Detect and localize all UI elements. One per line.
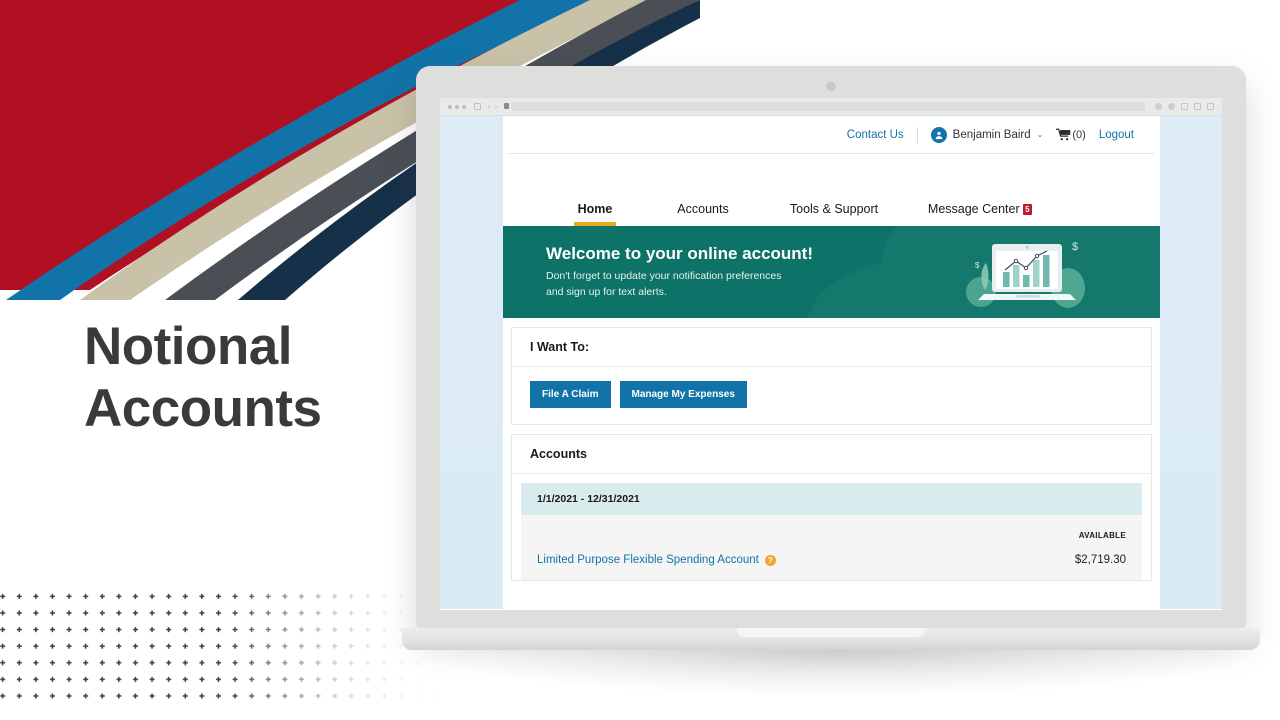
account-name-label: Limited Purpose Flexible Spending Accoun…	[537, 554, 759, 566]
left-side-panel	[440, 116, 503, 609]
nav-label: Accounts	[677, 202, 729, 216]
accounts-card: Accounts 1/1/2021 - 12/31/2021 AVAILABLE…	[511, 434, 1152, 581]
nav-label: Message Center	[927, 202, 1020, 216]
address-bar[interactable]	[504, 102, 1145, 111]
account-available-amount: $2,719.30	[1074, 554, 1126, 566]
main-navigation: Home Accounts Tools & Support Message Ce…	[503, 154, 1160, 226]
nav-item-message-center[interactable]: Message Center 5	[905, 202, 1055, 226]
nav-label: Tools & Support	[789, 202, 879, 216]
cross-pattern-decoration	[0, 588, 464, 708]
help-icon[interactable]: ?	[764, 554, 776, 566]
webcam-icon	[826, 82, 836, 91]
share-icon[interactable]	[1155, 103, 1162, 110]
available-column-header: AVAILABLE	[1078, 531, 1126, 540]
bookmark-icon[interactable]	[1168, 103, 1175, 110]
i-want-to-card: I Want To: File A Claim Manage My Expens…	[511, 327, 1152, 425]
laptop-screen: ‹› Contact Us Benjamin Baird ⌄ (0) Logou…	[440, 98, 1222, 610]
sidebar-toggle-icon[interactable]	[474, 103, 481, 110]
file-a-claim-button[interactable]: File A Claim	[530, 381, 611, 408]
account-name-link[interactable]: Limited Purpose Flexible Spending Accoun…	[537, 554, 776, 566]
browser-toolbar-icons[interactable]	[1155, 103, 1214, 110]
contact-us-link[interactable]: Contact Us	[847, 129, 904, 141]
nav-item-tools-support[interactable]: Tools & Support	[763, 202, 905, 226]
nav-label: Home	[577, 202, 613, 216]
plan-period-label: 1/1/2021 - 12/31/2021	[521, 483, 1142, 515]
cart-icon	[1056, 128, 1071, 141]
chevron-down-icon[interactable]: ⌄	[1037, 130, 1044, 139]
laptop-shadow	[424, 650, 1254, 696]
user-menu[interactable]: Benjamin Baird ⌄	[930, 126, 1044, 143]
minimize-icon[interactable]	[455, 104, 459, 109]
utility-bar: Contact Us Benjamin Baird ⌄ (0) Logout	[509, 116, 1154, 154]
browser-chrome: ‹›	[440, 98, 1222, 116]
laptop-mockup: ‹› Contact Us Benjamin Baird ⌄ (0) Logou…	[402, 66, 1260, 696]
nav-item-home[interactable]: Home	[547, 202, 643, 226]
cart-button[interactable]: (0)	[1056, 128, 1086, 141]
i-want-to-heading: I Want To:	[512, 328, 1151, 367]
svg-text:$: $	[975, 261, 980, 270]
table-row[interactable]: Limited Purpose Flexible Spending Accoun…	[537, 550, 1126, 580]
banner-text: Welcome to your online account! Don't fo…	[503, 244, 813, 299]
web-page-content: Contact Us Benjamin Baird ⌄ (0) Logout H…	[503, 116, 1160, 609]
i-want-to-actions: File A Claim Manage My Expenses	[512, 367, 1151, 424]
cart-count-label: (0)	[1072, 128, 1086, 141]
user-name-label: Benjamin Baird	[952, 128, 1031, 141]
laptop-notch	[737, 628, 925, 637]
browser-viewport: Contact Us Benjamin Baird ⌄ (0) Logout H…	[440, 116, 1222, 609]
headline-line-1: Notional	[84, 317, 292, 376]
manage-my-expenses-button[interactable]: Manage My Expenses	[619, 381, 747, 408]
svg-text:$: $	[1072, 241, 1078, 253]
tabs-overview-icon[interactable]	[1207, 103, 1214, 110]
message-count-badge: 5	[1022, 204, 1033, 216]
accounts-table: 1/1/2021 - 12/31/2021 AVAILABLE Limited …	[512, 474, 1151, 580]
avatar	[930, 126, 947, 143]
window-controls[interactable]	[448, 104, 466, 109]
laptop-lid: ‹› Contact Us Benjamin Baird ⌄ (0) Logou…	[416, 66, 1246, 629]
banner-illustration: $ $	[962, 232, 1094, 317]
slide-headline: Notional Accounts	[84, 316, 322, 440]
upload-icon[interactable]	[1181, 103, 1188, 110]
welcome-banner: Welcome to your online account! Don't fo…	[503, 226, 1160, 318]
logout-link[interactable]: Logout	[1099, 129, 1134, 141]
close-icon[interactable]	[448, 104, 452, 109]
banner-title: Welcome to your online account!	[546, 244, 813, 264]
banner-subtitle-line-2: and sign up for text alerts.	[546, 285, 667, 298]
accounts-table-body: AVAILABLE Limited Purpose Flexible Spend…	[521, 515, 1142, 580]
headline-line-2: Accounts	[84, 379, 322, 438]
nav-back-forward-icons[interactable]: ‹›	[488, 102, 501, 111]
accounts-heading: Accounts	[512, 435, 1151, 474]
nav-item-accounts[interactable]: Accounts	[643, 202, 763, 226]
lock-icon	[504, 103, 510, 109]
divider	[916, 126, 918, 143]
new-tab-icon[interactable]	[1194, 103, 1201, 110]
maximize-icon[interactable]	[462, 104, 466, 109]
right-side-panel	[1160, 116, 1222, 609]
slide-canvas: Notional Accounts ‹› Contact Us Benjamin…	[0, 0, 1280, 720]
banner-subtitle-line-1: Don't forget to update your notification…	[546, 270, 782, 283]
